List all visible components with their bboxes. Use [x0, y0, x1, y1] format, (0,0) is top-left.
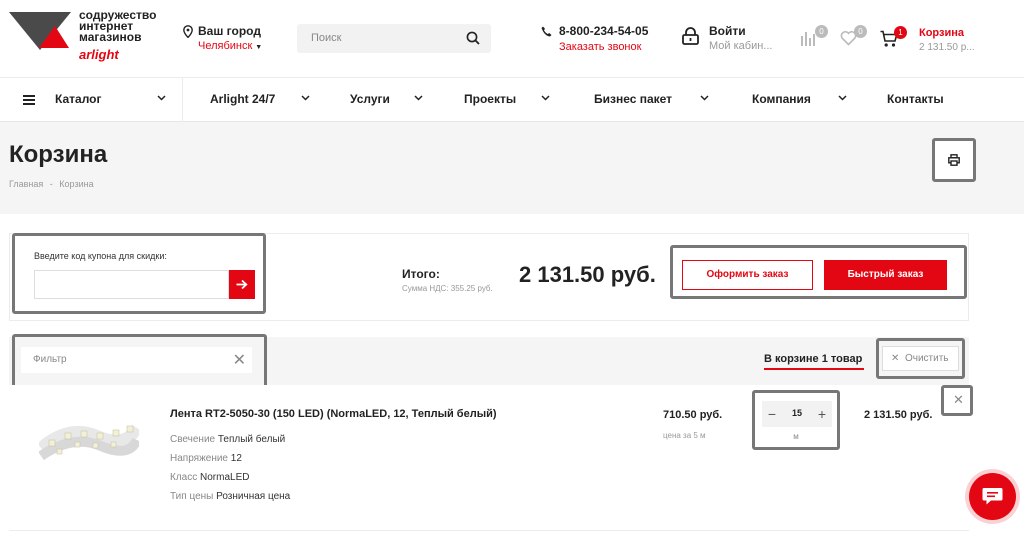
caret-down-icon: ▼: [255, 44, 263, 51]
unit-price: 710.50 руб.: [663, 409, 723, 421]
product-prop: Тип цены Розничная цена: [170, 491, 291, 502]
search-icon[interactable]: [466, 31, 480, 45]
nav-item-services[interactable]: Услуги: [350, 78, 423, 122]
chevron-down-icon: [414, 95, 423, 101]
callback-link[interactable]: Заказать звонок: [559, 41, 641, 53]
chat-bubble-icon: [982, 488, 1003, 505]
printer-icon: [948, 154, 960, 166]
filter-placeholder: Фильтр: [33, 354, 67, 365]
nav-item-label: Компания: [752, 92, 811, 106]
nav-divider: [182, 78, 183, 122]
phone-icon: [541, 26, 552, 37]
close-icon: ✕: [953, 392, 964, 407]
search-input[interactable]: Поиск: [311, 32, 341, 44]
cart-items-tab[interactable]: В корзине 1 товар: [764, 353, 862, 365]
nav-item-label: Каталог: [55, 92, 102, 106]
nav-item-arlight-24-7[interactable]: Arlight 24/7: [210, 78, 310, 122]
cart-total: 2 131.50 р...: [919, 42, 975, 53]
logo-mark-icon: [9, 12, 71, 50]
chat-widget-button[interactable]: [969, 473, 1016, 520]
coupon-block: Введите код купона для скидки:: [12, 233, 266, 314]
active-tab-underline: [764, 368, 864, 370]
site-header: содружество интернет магазинов arlight В…: [0, 0, 1024, 78]
breadcrumb: Главная - Корзина: [9, 179, 94, 189]
arrow-right-icon: [236, 279, 248, 290]
nav-item-business[interactable]: Бизнес пакет: [594, 78, 709, 122]
nav-item-contacts[interactable]: Контакты: [887, 78, 944, 122]
search-box[interactable]: Поиск: [297, 24, 491, 53]
row-total: 2 131.50 руб.: [864, 409, 933, 421]
remove-item-button[interactable]: ✕: [941, 385, 973, 416]
hamburger-icon: [23, 95, 35, 105]
quantity-unit: м: [793, 432, 799, 441]
logo-brand: arlight: [79, 47, 119, 62]
checkout-button[interactable]: Оформить заказ: [682, 260, 813, 290]
lock-icon: [682, 27, 699, 45]
cart-label: Корзина: [919, 27, 964, 39]
quantity-stepper: − 15 +: [762, 401, 832, 427]
chevron-down-icon: [157, 95, 166, 101]
clear-filter-icon[interactable]: ✕: [233, 350, 246, 370]
product-prop: Класс NormaLED: [170, 472, 250, 483]
close-icon: ✕: [891, 353, 900, 364]
favorites-button[interactable]: 0: [840, 25, 867, 51]
clear-cart-button[interactable]: ✕ Очистить: [882, 346, 959, 371]
quick-order-button[interactable]: Быстрый заказ: [824, 260, 947, 290]
decrease-quantity-button[interactable]: −: [765, 404, 779, 424]
nav-item-company[interactable]: Компания: [752, 78, 847, 122]
print-button[interactable]: [932, 138, 976, 182]
page-title: Корзина: [9, 141, 108, 168]
nav-item-label: Бизнес пакет: [594, 92, 673, 106]
product-prop: Свечение Теплый белый: [170, 434, 286, 445]
increase-quantity-button[interactable]: +: [815, 404, 829, 424]
city-value[interactable]: Челябинск ▼: [198, 40, 262, 52]
chevron-down-icon: [301, 95, 310, 101]
compare-chart-icon: [801, 32, 815, 46]
order-actions: Оформить заказ Быстрый заказ: [670, 245, 967, 299]
page-header: Корзина Главная - Корзина: [0, 122, 1024, 214]
chevron-down-icon: [541, 95, 550, 101]
clear-cart-block: ✕ Очистить: [876, 338, 965, 379]
nav-item-label: Проекты: [464, 92, 517, 106]
login-subtitle: Мой кабин...: [709, 40, 773, 52]
breadcrumb-separator: -: [49, 179, 53, 189]
login-title: Войти: [709, 24, 746, 38]
phone-number[interactable]: 8-800-234-54-05: [559, 24, 648, 38]
nav-item-label: Услуги: [350, 92, 390, 106]
unit-price-note: цена за 5 м: [663, 431, 706, 440]
location-pin-icon: [183, 25, 193, 38]
product-prop: Напряжение 12: [170, 453, 242, 464]
nav-item-label: Arlight 24/7: [210, 92, 276, 106]
vat-label: Сумма НДС: 355.25 руб.: [402, 284, 493, 293]
coupon-input[interactable]: [34, 270, 229, 299]
main-nav: Каталог Arlight 24/7 Услуги Проекты Бизн…: [0, 78, 1024, 122]
product-name-link[interactable]: Лента RT2-5050-30 (150 LED) (NormaLED, 1…: [170, 408, 497, 420]
quantity-block: − 15 + м: [752, 390, 840, 450]
logo[interactable]: содружество интернет магазинов arlight: [9, 8, 169, 62]
filter-input[interactable]: Фильтр ✕: [21, 347, 252, 373]
quantity-input[interactable]: 15: [784, 408, 810, 418]
favorites-count-badge: 0: [854, 25, 867, 38]
chevron-down-icon: [700, 95, 709, 101]
coupon-label: Введите код купона для скидки:: [34, 251, 167, 261]
product-image[interactable]: [39, 412, 139, 468]
clear-cart-label: ✕ Очистить: [891, 353, 949, 364]
breadcrumb-link-home[interactable]: Главная: [9, 179, 43, 189]
cart-count-badge: 1: [894, 26, 907, 39]
nav-item-projects[interactable]: Проекты: [464, 78, 550, 122]
total-label: Итого:: [402, 267, 440, 281]
breadcrumb-current: Корзина: [59, 179, 94, 189]
city-label: Ваш город: [198, 24, 261, 38]
logo-text: содружество интернет магазинов: [79, 8, 157, 44]
total-value: 2 131.50 руб.: [519, 262, 656, 287]
compare-button[interactable]: 0: [800, 25, 828, 51]
chevron-down-icon: [838, 95, 847, 101]
filter-block: Фильтр ✕: [12, 334, 267, 391]
coupon-apply-button[interactable]: [229, 270, 255, 299]
compare-count-badge: 0: [815, 25, 828, 38]
nav-item-label: Контакты: [887, 92, 944, 106]
